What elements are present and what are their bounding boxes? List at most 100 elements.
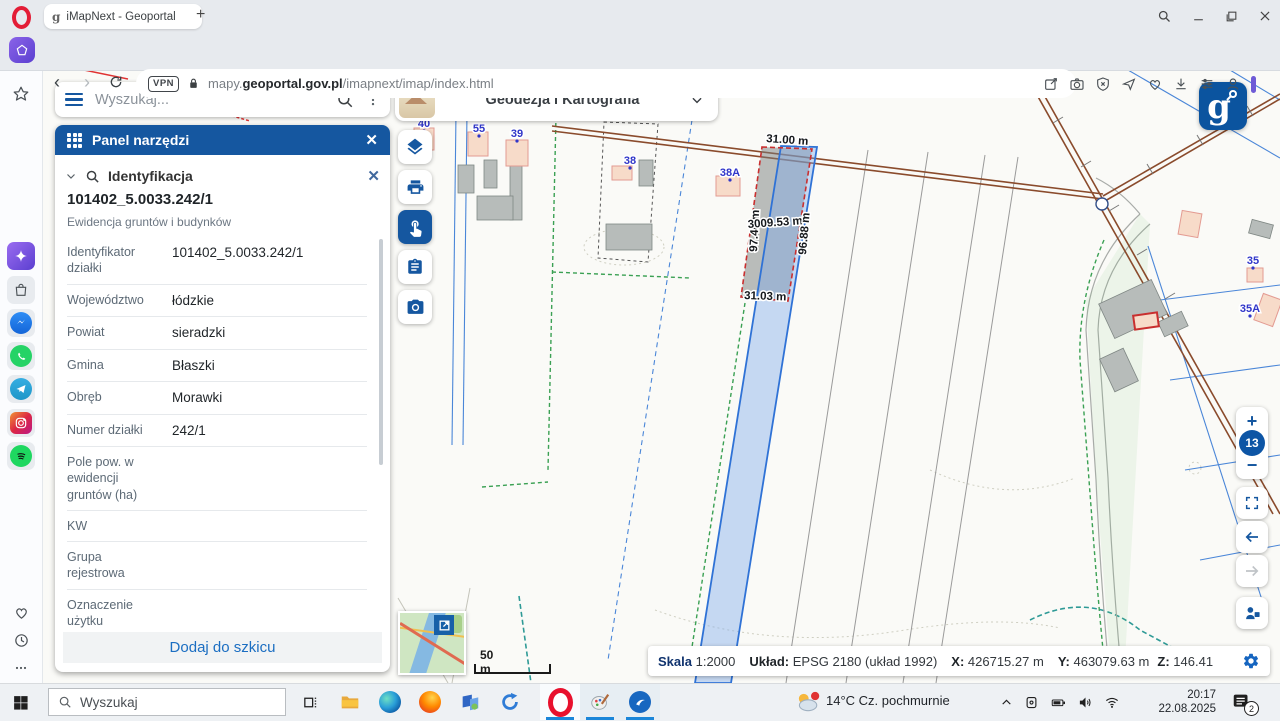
map-back-button[interactable] — [1236, 521, 1268, 553]
download-icon[interactable] — [1173, 76, 1189, 92]
blue-circle-arrow-icon — [499, 691, 521, 713]
volume-icon[interactable] — [1078, 695, 1093, 710]
tools-panel-header[interactable]: Panel narzędzi ✕ — [55, 125, 390, 155]
taskbar-openoffice[interactable] — [620, 684, 660, 720]
minimap-expand-button[interactable] — [434, 615, 454, 635]
tray-expand-chevron-icon[interactable] — [1000, 696, 1013, 709]
zoom-out-button[interactable]: − — [1247, 458, 1258, 472]
panel-scrollbar[interactable] — [379, 239, 383, 465]
sun-cloud-icon — [794, 689, 820, 715]
taskbar-update-app[interactable] — [490, 684, 530, 720]
sidebar-toggle-indicator[interactable] — [1251, 76, 1256, 93]
browser-tab[interactable]: g iMapNext - Geoportal — [44, 4, 202, 29]
taskbar-paint-app[interactable] — [580, 684, 620, 720]
field-label: Gmina — [67, 357, 162, 373]
send-flow-icon[interactable] — [1121, 76, 1137, 92]
profile-icon[interactable] — [1225, 76, 1241, 92]
url-field[interactable]: VPN mapy.geoportal.gov.pl/imapnext/imap/… — [136, 69, 1076, 98]
clipboard-icon — [406, 258, 424, 276]
maximize-button[interactable] — [1225, 10, 1238, 23]
print-tool-button[interactable] — [398, 170, 432, 204]
menu-hamburger-icon[interactable] — [65, 90, 83, 110]
coord-z-value: 146.41 — [1173, 654, 1213, 669]
lock-icon — [187, 77, 200, 90]
identification-title: Identyfikacja — [108, 168, 359, 184]
notification-center-button[interactable]: 2 — [1224, 684, 1260, 720]
tray-app-icon[interactable] — [1024, 695, 1039, 710]
edge-icon — [379, 691, 401, 713]
overview-minimap[interactable] — [398, 611, 466, 675]
user-location-button[interactable] — [1236, 597, 1268, 629]
reload-button[interactable] — [108, 74, 124, 90]
weather-widget-icon[interactable] — [790, 684, 824, 720]
field-value: łódzkie — [162, 292, 367, 310]
field-row: Województwołódzkie — [67, 285, 367, 318]
road-junction-symbol — [1096, 198, 1108, 210]
field-label: Obręb — [67, 389, 162, 405]
history-heart-icon[interactable] — [7, 598, 35, 626]
add-to-sketch-button[interactable]: Dodaj do szkicu — [63, 632, 382, 663]
instagram-icon[interactable] — [7, 409, 35, 437]
close-button[interactable] — [1258, 9, 1272, 23]
aria-ai-icon[interactable] — [7, 242, 35, 270]
blue-app-icon — [459, 691, 481, 713]
pinboard-star-icon[interactable] — [7, 80, 35, 108]
map-forward-button[interactable] — [1236, 555, 1268, 587]
weather-text[interactable]: 14°C Cz. pochmurnie — [826, 693, 950, 708]
start-button[interactable] — [0, 684, 40, 720]
opera-home-button[interactable] — [9, 37, 35, 63]
field-value: 101402_5.0033.242/1 — [162, 244, 367, 262]
share-edit-icon[interactable] — [1043, 76, 1059, 92]
task-view-button[interactable] — [290, 684, 330, 720]
messenger-icon[interactable] — [7, 309, 35, 337]
tab-favicon-icon: g — [52, 10, 60, 24]
fullscreen-button[interactable] — [1236, 487, 1268, 519]
heart-favorites-icon[interactable] — [1147, 76, 1163, 92]
field-row: Grupa rejestrowa — [67, 542, 367, 590]
network-wifi-icon[interactable] — [1104, 695, 1120, 710]
add-to-sketch-label: Dodaj do szkicu — [170, 639, 276, 656]
clipboard-tool-button[interactable] — [398, 250, 432, 284]
taskbar-edge[interactable] — [370, 684, 410, 720]
camera-tool-button[interactable] — [398, 290, 432, 324]
taskbar-file-explorer[interactable] — [330, 684, 370, 720]
back-button[interactable]: ‹ — [54, 72, 60, 93]
taskbar-remote-app[interactable] — [450, 684, 490, 720]
minimize-button[interactable] — [1192, 10, 1205, 23]
address-point — [628, 166, 631, 169]
taskbar-opera[interactable] — [540, 684, 580, 720]
opera-logo-icon[interactable] — [12, 6, 31, 29]
taskbar-firefox[interactable] — [410, 684, 450, 720]
panel-close-icon[interactable]: ✕ — [365, 131, 378, 149]
battery-icon[interactable] — [1050, 695, 1067, 710]
extensions-sliders-icon[interactable] — [1199, 76, 1215, 92]
task-view-icon — [302, 694, 319, 711]
telegram-icon[interactable] — [7, 375, 35, 403]
status-settings-gear-icon[interactable] — [1242, 652, 1260, 670]
forward-button[interactable]: › — [84, 72, 90, 93]
history-clock-icon[interactable] — [7, 626, 35, 654]
address-point — [1248, 314, 1251, 317]
titlebar-search-icon[interactable] — [1157, 9, 1172, 24]
layers-icon — [405, 137, 425, 157]
snapshot-camera-icon[interactable] — [1069, 76, 1085, 92]
new-tab-button[interactable]: + — [196, 6, 205, 24]
whatsapp-icon[interactable] — [7, 342, 35, 370]
vpn-badge[interactable]: VPN — [148, 76, 179, 92]
shield-adblock-icon[interactable] — [1095, 76, 1111, 92]
address-label: 35 — [1247, 255, 1259, 267]
field-label: KW — [67, 518, 162, 534]
taskbar-search-box[interactable]: Wyszukaj — [48, 688, 286, 716]
field-row: KW — [67, 511, 367, 542]
tray-clock[interactable]: 20:17 22.08.2025 — [1152, 688, 1216, 716]
identify-tool-button[interactable] — [398, 210, 432, 244]
identification-close-icon[interactable]: ✕ — [367, 167, 380, 185]
shopping-bag-icon[interactable] — [7, 276, 35, 304]
layers-tool-button[interactable] — [398, 130, 432, 164]
sidebar-more-icon[interactable] — [7, 654, 35, 682]
arrow-left-icon — [1243, 528, 1261, 546]
chevron-down-icon[interactable] — [65, 170, 77, 182]
identification-section-header[interactable]: Identyfikacja ✕ — [65, 163, 380, 189]
spotify-icon[interactable] — [7, 442, 35, 470]
zoom-in-button[interactable]: + — [1247, 414, 1258, 428]
